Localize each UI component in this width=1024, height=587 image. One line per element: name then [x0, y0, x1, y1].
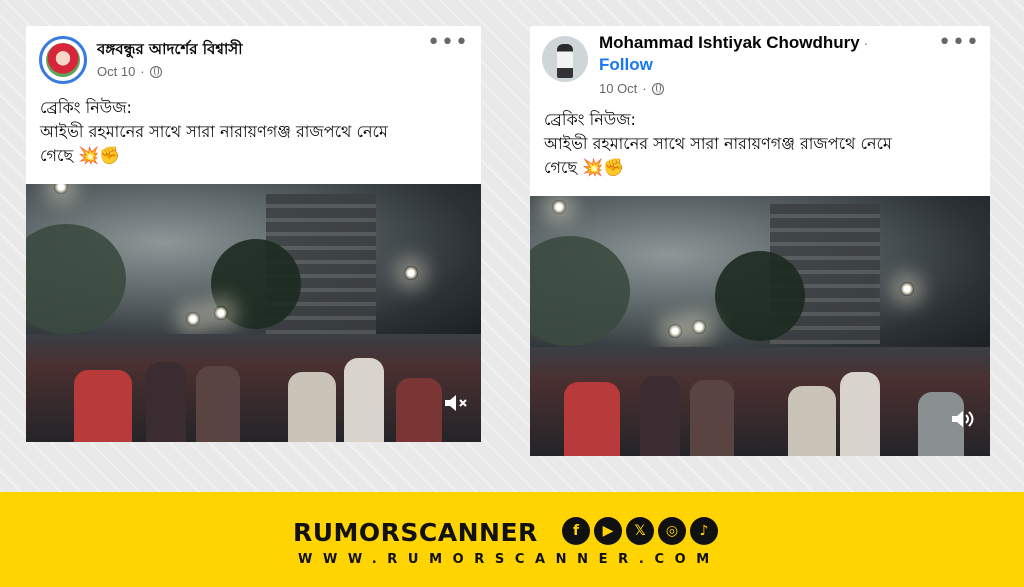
tiktok-icon[interactable]: ♪	[690, 517, 718, 545]
brand-name: RUMORSCANNER	[293, 518, 538, 547]
social-icons: f ▶ 𝕏 ◎ ♪	[562, 517, 718, 545]
author-avatar[interactable]	[39, 36, 87, 84]
author-avatar[interactable]	[542, 36, 588, 82]
post-text-line: ব্রেকিং নিউজ:	[40, 98, 132, 117]
meta-separator: ·	[140, 64, 145, 79]
author-name-row: Mohammad Ishtiyak Chowdhury ·	[599, 33, 868, 53]
post-text: ব্রেকিং নিউজ: আইভী রহমানের সাথে সারা নার…	[40, 96, 470, 168]
video-crowd	[26, 333, 481, 442]
post-meta: Oct 10 ·	[97, 64, 162, 79]
post-meta: 10 Oct ·	[599, 81, 664, 96]
video-light	[900, 282, 914, 296]
video-tree	[715, 251, 805, 341]
emoji-icons: 💥✊	[78, 146, 121, 166]
name-separator: ·	[863, 36, 869, 51]
speaker-icon[interactable]	[950, 408, 976, 430]
crowd-person	[344, 358, 384, 442]
crowd-person	[196, 366, 240, 442]
globe-icon	[651, 82, 664, 95]
follow-button[interactable]: Follow	[599, 55, 653, 75]
video-light	[186, 312, 200, 326]
post-text-line-wrap: গেছে 💥✊	[40, 144, 470, 168]
website-url[interactable]: WWW.RUMORSCANNER.COM	[298, 552, 720, 567]
emoji-icons: 💥✊	[582, 158, 625, 178]
meta-separator: ·	[642, 81, 647, 96]
video-light	[404, 266, 418, 280]
author-name[interactable]: Mohammad Ishtiyak Chowdhury	[599, 33, 860, 52]
instagram-icon[interactable]: ◎	[658, 517, 686, 545]
crowd-person	[146, 362, 186, 442]
crowd-person	[288, 372, 336, 442]
crowd-person	[690, 380, 734, 456]
facebook-post-left: বঙ্গবন্ধুর আদর্শের বিশ্বাসী Oct 10 · •••…	[26, 26, 481, 442]
post-header: Mohammad Ishtiyak Chowdhury · Follow 10 O…	[530, 26, 990, 96]
video-light	[214, 306, 228, 320]
post-date[interactable]: 10 Oct	[599, 81, 637, 96]
more-options-icon[interactable]: •••	[938, 32, 980, 54]
youtube-icon[interactable]: ▶	[594, 517, 622, 545]
crowd-person	[788, 386, 836, 456]
crowd-person	[396, 378, 442, 442]
brand-footer: RUMORSCANNER f ▶ 𝕏 ◎ ♪ WWW.RUMORSCANNER.…	[0, 492, 1024, 587]
post-text-line: ব্রেকিং নিউজ:	[544, 110, 636, 129]
post-text-line: আইভী রহমানের সাথে সারা নারায়ণগঞ্জ রাজপথ…	[544, 134, 892, 153]
video-light	[668, 324, 682, 338]
crowd-person	[564, 382, 620, 456]
post-header: বঙ্গবন্ধুর আদর্শের বিশ্বাসী Oct 10 · •••	[26, 26, 481, 96]
author-name[interactable]: বঙ্গবন্ধুর আদর্শের বিশ্বাসী	[97, 38, 243, 63]
crowd-person	[74, 370, 132, 442]
video-light	[692, 320, 706, 334]
video-crowd	[530, 346, 990, 456]
post-text-line-wrap: গেছে 💥✊	[544, 156, 974, 180]
video-light	[552, 200, 566, 214]
facebook-icon[interactable]: f	[562, 517, 590, 545]
post-text-line: আইভী রহমানের সাথে সারা নারায়ণগঞ্জ রাজপথ…	[40, 122, 388, 141]
post-text: ব্রেকিং নিউজ: আইভী রহমানের সাথে সারা নার…	[544, 108, 974, 180]
post-text-line: গেছে	[544, 158, 578, 177]
post-text-line: গেছে	[40, 146, 74, 165]
post-date[interactable]: Oct 10	[97, 64, 135, 79]
post-video[interactable]	[530, 196, 990, 456]
x-icon[interactable]: 𝕏	[626, 517, 654, 545]
globe-icon	[149, 65, 162, 78]
crowd-person	[640, 376, 680, 456]
crowd-person	[840, 372, 880, 456]
facebook-post-right: Mohammad Ishtiyak Chowdhury · Follow 10 O…	[530, 26, 990, 456]
muted-speaker-icon[interactable]	[443, 392, 469, 414]
more-options-icon[interactable]: •••	[427, 32, 469, 54]
post-video[interactable]	[26, 184, 481, 442]
